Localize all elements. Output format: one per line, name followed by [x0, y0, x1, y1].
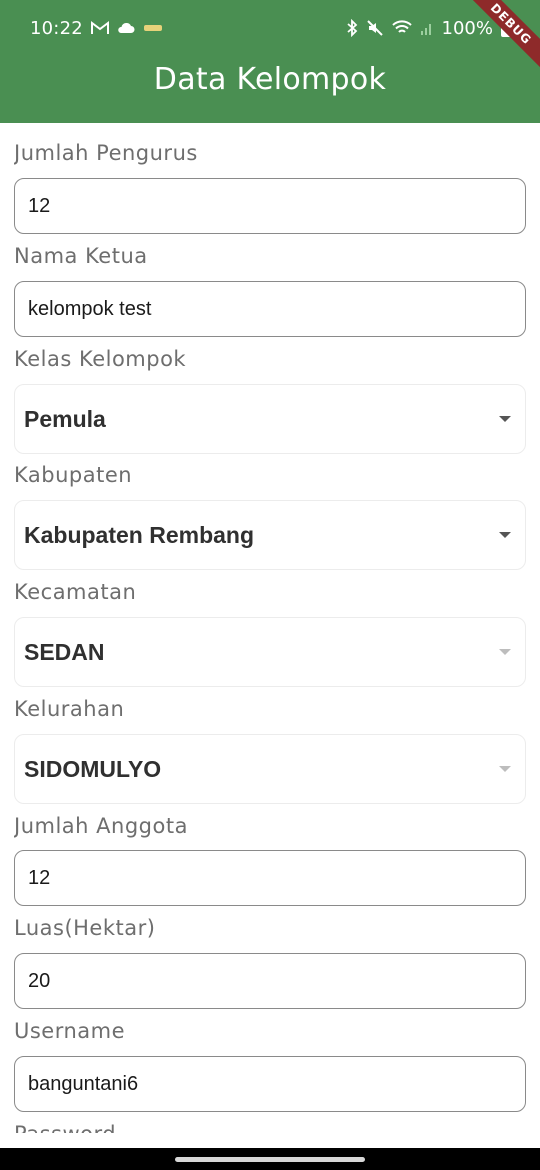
jumlah-pengurus-value: 12: [28, 194, 51, 217]
kelas-kelompok-label: Kelas Kelompok: [14, 347, 187, 371]
luas-label: Luas(Hektar): [14, 916, 156, 940]
kabupaten-label: Kabupaten: [14, 463, 133, 487]
jumlah-anggota-value: 12: [28, 866, 51, 889]
app-notification-icon: [143, 18, 163, 38]
kelas-kelompok-value: Pemula: [24, 405, 106, 432]
jumlah-anggota-input[interactable]: 12: [14, 850, 526, 906]
kelurahan-value: SIDOMULYO: [24, 755, 162, 782]
kecamatan-value: SEDAN: [24, 638, 105, 665]
app-bar: 10:22 100% Data Kelompok DEBUG: [0, 0, 540, 123]
username-value: banguntani6: [28, 1072, 139, 1095]
luas-value: 20: [28, 969, 51, 992]
username-label: Username: [14, 1019, 126, 1043]
kelurahan-label: Kelurahan: [14, 697, 125, 721]
cloud-icon: [117, 18, 135, 38]
home-gesture-handle[interactable]: [175, 1157, 365, 1162]
kelurahan-dropdown[interactable]: SIDOMULYO: [14, 734, 526, 804]
chevron-down-icon: [499, 649, 511, 655]
gmail-icon: [90, 18, 109, 38]
chevron-down-icon: [499, 532, 511, 538]
kelas-kelompok-dropdown[interactable]: Pemula: [14, 384, 526, 454]
nama-ketua-input[interactable]: kelompok test: [14, 281, 526, 337]
jumlah-anggota-label: Jumlah Anggota: [14, 814, 188, 838]
bluetooth-icon: [346, 18, 358, 38]
nama-ketua-value: kelompok test: [28, 297, 152, 320]
kecamatan-label: Kecamatan: [14, 580, 137, 604]
kabupaten-value: Kabupaten Rembang: [24, 521, 255, 548]
password-label: Password: [14, 1122, 116, 1133]
status-bar: 10:22 100%: [0, 0, 540, 56]
jumlah-pengurus-label: Jumlah Pengurus: [14, 141, 198, 165]
jumlah-pengurus-input[interactable]: 12: [14, 178, 526, 234]
group-data-form: Jumlah Pengurus 12 Nama Ketua kelompok t…: [14, 123, 526, 1133]
username-input[interactable]: banguntani6: [14, 1056, 526, 1112]
status-time: 10:22: [30, 17, 83, 39]
signal-icon: [420, 18, 434, 38]
kabupaten-dropdown[interactable]: Kabupaten Rembang: [14, 500, 526, 570]
chevron-down-icon: [499, 416, 511, 422]
chevron-down-icon: [499, 766, 511, 772]
battery-text: 100%: [441, 17, 493, 39]
luas-input[interactable]: 20: [14, 953, 526, 1009]
kecamatan-dropdown[interactable]: SEDAN: [14, 617, 526, 687]
status-left: 10:22: [30, 18, 163, 39]
system-nav-bar: [0, 1148, 540, 1170]
wifi-icon: [391, 18, 412, 38]
page-title: Data Kelompok: [153, 62, 387, 97]
nama-ketua-label: Nama Ketua: [14, 244, 148, 268]
mute-icon: [366, 18, 384, 38]
status-right: 100%: [346, 16, 512, 39]
